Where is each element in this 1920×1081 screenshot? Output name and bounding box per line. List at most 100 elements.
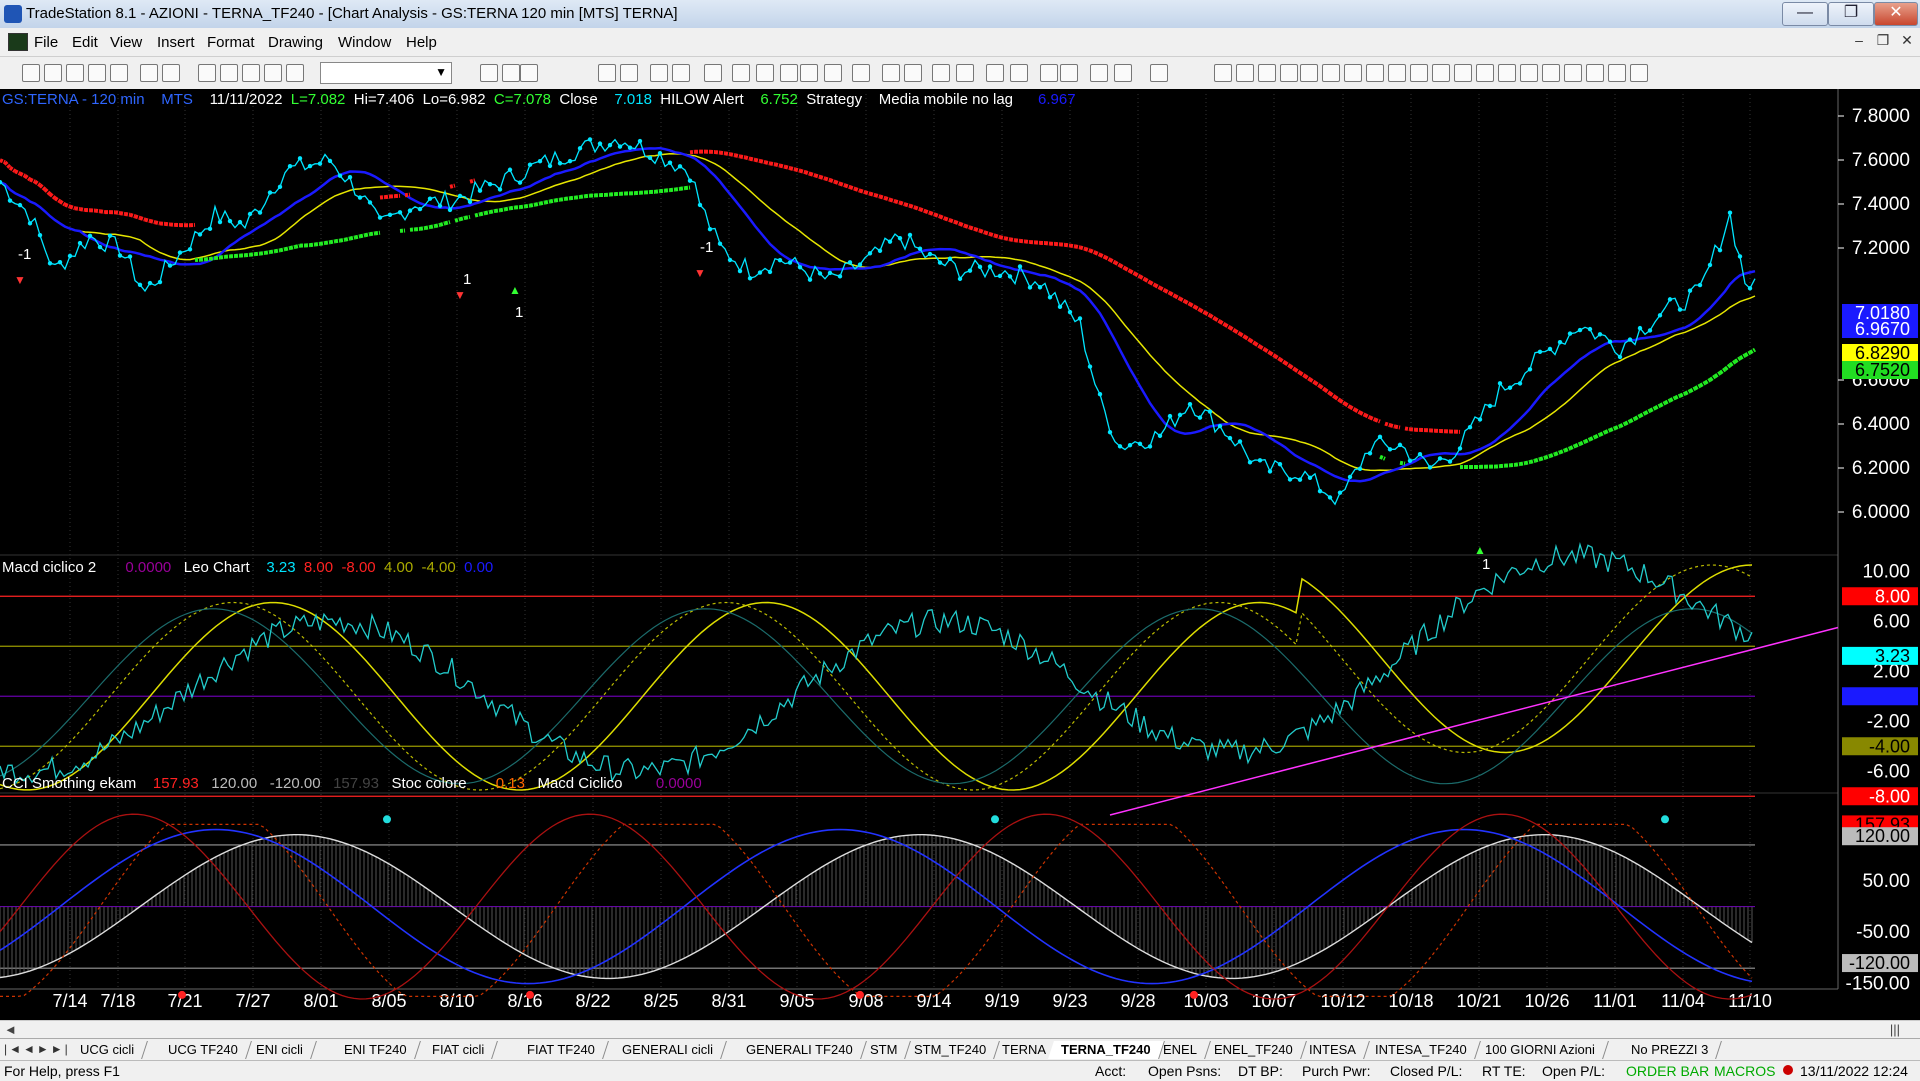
- tab-intesa[interactable]: INTESA: [1296, 1041, 1370, 1059]
- document-icon[interactable]: [8, 33, 28, 51]
- toolbar-tool-icon[interactable]: [1432, 64, 1450, 82]
- toolbar-tool-icon[interactable]: [620, 64, 638, 82]
- toolbar-tool-icon[interactable]: [1586, 64, 1604, 82]
- toolbar-tool-icon[interactable]: [986, 64, 1004, 82]
- toolbar-tool-icon[interactable]: [1114, 64, 1132, 82]
- toolbar-tool-icon[interactable]: [1150, 64, 1168, 82]
- toolbar-tool-icon[interactable]: [140, 64, 158, 82]
- toolbar-tool-icon[interactable]: [520, 64, 538, 82]
- toolbar-tool-icon[interactable]: [756, 64, 774, 82]
- toolbar-tool-icon[interactable]: [480, 64, 498, 82]
- tab-no-prezzi-3[interactable]: No PREZZI 3: [1618, 1041, 1722, 1059]
- toolbar-tool-icon[interactable]: [264, 64, 282, 82]
- tab-terna-tf240[interactable]: TERNA_TF240: [1048, 1041, 1164, 1059]
- mdi-restore-button[interactable]: ❐: [1874, 32, 1892, 50]
- chart-horizontal-scrollbar[interactable]: ◄ |||: [0, 1020, 1920, 1039]
- toolbar-tool-icon[interactable]: [1630, 64, 1648, 82]
- toolbar-tool-icon[interactable]: [598, 64, 616, 82]
- toolbar-tool-icon[interactable]: [66, 64, 84, 82]
- scroll-left-icon[interactable]: ◄: [4, 1022, 17, 1037]
- signal-arrow-icon: ▲: [509, 283, 521, 297]
- hilow-segment: [1230, 328, 1235, 331]
- tab-fiat-tf240[interactable]: FIAT TF240: [514, 1041, 609, 1059]
- toolbar-tool-icon[interactable]: [1214, 64, 1232, 82]
- minimize-button[interactable]: —: [1782, 2, 1828, 26]
- menu-drawing[interactable]: Drawing: [268, 34, 323, 51]
- toolbar-tool-icon[interactable]: [732, 64, 750, 82]
- toolbar-tool-icon[interactable]: [852, 64, 870, 82]
- mdi-close-button[interactable]: ✕: [1898, 32, 1916, 50]
- tab-100-giorni-azioni[interactable]: 100 GIORNI Azioni: [1472, 1041, 1609, 1059]
- toolbar-tool-icon[interactable]: [1454, 64, 1472, 82]
- tab-ucg-tf240[interactable]: UCG TF240: [155, 1041, 252, 1059]
- toolbar-tool-icon[interactable]: [1388, 64, 1406, 82]
- toolbar-tool-icon[interactable]: [800, 64, 818, 82]
- toolbar-tool-icon[interactable]: [1498, 64, 1516, 82]
- toolbar-tool-icon[interactable]: [198, 64, 216, 82]
- toolbar-tool-icon[interactable]: [1258, 64, 1276, 82]
- tab-nav-arrows-icon[interactable]: |◄◄►►|: [4, 1042, 70, 1056]
- tab-generali-cicli[interactable]: GENERALI cicli: [609, 1041, 727, 1059]
- menu-edit[interactable]: Edit: [72, 34, 98, 51]
- tab-stm-tf240[interactable]: STM_TF240: [901, 1041, 1000, 1059]
- menu-insert[interactable]: Insert: [157, 34, 195, 51]
- toolbar-tool-icon[interactable]: [1344, 64, 1362, 82]
- toolbar-tool-icon[interactable]: [956, 64, 974, 82]
- toolbar-tool-icon[interactable]: [650, 64, 668, 82]
- menu-view[interactable]: View: [110, 34, 142, 51]
- toolbar-tool-icon[interactable]: [824, 64, 842, 82]
- order-bar-label[interactable]: ORDER BAR: [1626, 1063, 1709, 1079]
- toolbar-tool-icon[interactable]: [502, 64, 520, 82]
- toolbar-tool-icon[interactable]: [1366, 64, 1384, 82]
- toolbar-tool-icon[interactable]: [932, 64, 950, 82]
- toolbar-tool-icon[interactable]: [1322, 64, 1340, 82]
- menu-help[interactable]: Help: [406, 34, 437, 51]
- toolbar-tool-icon[interactable]: [1236, 64, 1254, 82]
- toolbar-tool-icon[interactable]: [1410, 64, 1428, 82]
- toolbar-tool-icon[interactable]: [1542, 64, 1560, 82]
- toolbar-tool-icon[interactable]: [22, 64, 40, 82]
- menu-format[interactable]: Format: [207, 34, 255, 51]
- toolbar-tool-icon[interactable]: [162, 64, 180, 82]
- toolbar-tool-icon[interactable]: [1476, 64, 1494, 82]
- toolbar-tool-icon[interactable]: [780, 64, 798, 82]
- toolbar-tool-icon[interactable]: [286, 64, 304, 82]
- toolbar-tool-icon[interactable]: [882, 64, 900, 82]
- tab-ucg-cicli[interactable]: UCG cicli: [67, 1041, 148, 1059]
- toolbar-tool-icon[interactable]: [1090, 64, 1108, 82]
- toolbar-tool-icon[interactable]: [242, 64, 260, 82]
- toolbar-tool-icon[interactable]: [1040, 64, 1058, 82]
- toolbar-tool-icon[interactable]: [1280, 64, 1298, 82]
- chart-analysis-window[interactable]: 7/147/187/217/278/018/058/108/168/228/25…: [0, 89, 1920, 1020]
- tab-eni-tf240[interactable]: ENI TF240: [331, 1041, 420, 1059]
- toolbar-tool-icon[interactable]: [704, 64, 722, 82]
- restore-button[interactable]: ❐: [1828, 2, 1874, 26]
- chart-canvas[interactable]: 7/147/187/217/278/018/058/108/168/228/25…: [0, 89, 1920, 1020]
- tab-eni-cicli[interactable]: ENI cicli: [243, 1041, 317, 1059]
- toolbar-tool-icon[interactable]: [44, 64, 62, 82]
- menu-window[interactable]: Window: [338, 34, 391, 51]
- toolbar-tool-icon[interactable]: [1300, 64, 1318, 82]
- toolbar-tool-icon[interactable]: [1608, 64, 1626, 82]
- toolbar-tool-icon[interactable]: [672, 64, 690, 82]
- toolbar-tool-icon[interactable]: [1520, 64, 1538, 82]
- toolbar-tool-icon[interactable]: [110, 64, 128, 82]
- toolbar-tool-icon[interactable]: [1564, 64, 1582, 82]
- toolbar-tool-icon[interactable]: [220, 64, 238, 82]
- toolbar-tool-icon[interactable]: [904, 64, 922, 82]
- toolbar-tool-icon[interactable]: [1010, 64, 1028, 82]
- mdi-minimize-button[interactable]: –: [1850, 32, 1868, 50]
- tab-generali-tf240[interactable]: GENERALI TF240: [733, 1041, 867, 1059]
- toolbar-tool-icon[interactable]: [1060, 64, 1078, 82]
- tab-fiat-cicli[interactable]: FIAT cicli: [419, 1041, 498, 1059]
- close-button[interactable]: ✕: [1874, 2, 1918, 26]
- toolbar-dropdown[interactable]: ▼: [320, 62, 452, 84]
- tab-enel-tf240[interactable]: ENEL_TF240: [1201, 1041, 1307, 1059]
- macros-label[interactable]: MACROS: [1714, 1063, 1775, 1079]
- tab-intesa-tf240[interactable]: INTESA_TF240: [1362, 1041, 1481, 1059]
- date-tick-label: 11/10: [1728, 991, 1772, 1011]
- toolbar-tool-icon[interactable]: [88, 64, 106, 82]
- scroll-bars-icon[interactable]: |||: [1890, 1022, 1900, 1037]
- hilow-segment: [1515, 464, 1520, 465]
- menu-file[interactable]: File: [34, 34, 58, 51]
